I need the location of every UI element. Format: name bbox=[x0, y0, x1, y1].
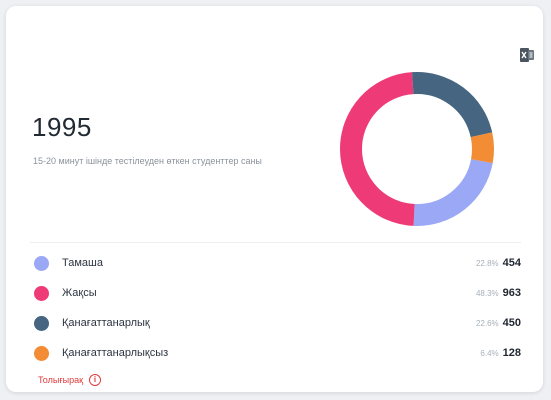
export-excel-button[interactable] bbox=[514, 44, 540, 66]
excel-export-icon bbox=[520, 48, 534, 62]
divider bbox=[30, 242, 521, 243]
total-description: 15-20 минут ішінде тестілеуден өткен сту… bbox=[33, 156, 262, 166]
legend-count: 128 bbox=[502, 347, 521, 359]
legend-label: Тамаша bbox=[62, 257, 103, 269]
donut-slice-unsatisfactory[interactable] bbox=[470, 132, 494, 164]
more-details-label: Толығырақ bbox=[38, 375, 84, 385]
total-count: 1995 bbox=[32, 112, 92, 142]
legend-item-unsatisfactory[interactable]: Қанағаттанарлықсыз 6.4% 128 bbox=[30, 338, 521, 368]
legend-item-excellent[interactable]: Тамаша 22.8% 454 bbox=[30, 248, 521, 278]
legend-dot bbox=[34, 345, 49, 361]
donut-slice-good[interactable] bbox=[340, 72, 415, 226]
donut-chart bbox=[340, 72, 494, 226]
legend-count: 454 bbox=[502, 257, 521, 269]
legend-percent: 6.4% bbox=[480, 349, 499, 358]
legend-dot bbox=[34, 255, 49, 271]
info-icon: i bbox=[89, 374, 102, 386]
legend-item-good[interactable]: Жақсы 48.3% 963 bbox=[30, 278, 521, 308]
legend-dot bbox=[34, 315, 49, 331]
legend-count: 963 bbox=[502, 287, 521, 299]
legend-percent: 22.6% bbox=[475, 319, 499, 328]
legend-dot bbox=[34, 285, 49, 301]
donut-slice-satisfactory[interactable] bbox=[412, 72, 493, 138]
legend-percent: 22.8% bbox=[475, 259, 499, 268]
legend-label: Қанағаттанарлық bbox=[62, 317, 150, 329]
legend-label: Қанағаттанарлықсыз bbox=[62, 347, 169, 359]
more-details-link[interactable]: Толығырақ i bbox=[38, 374, 102, 386]
legend-label: Жақсы bbox=[62, 287, 97, 299]
legend-item-satisfactory[interactable]: Қанағаттанарлық 22.6% 450 bbox=[30, 308, 521, 338]
stats-card: 1995 15-20 минут ішінде тестілеуден өтке… bbox=[6, 6, 543, 392]
legend: Тамаша 22.8% 454 Жақсы 48.3% 963 Қанағат… bbox=[30, 248, 521, 368]
donut-slice-excellent[interactable] bbox=[413, 158, 493, 226]
legend-count: 450 bbox=[502, 317, 521, 329]
legend-percent: 48.3% bbox=[475, 289, 499, 298]
